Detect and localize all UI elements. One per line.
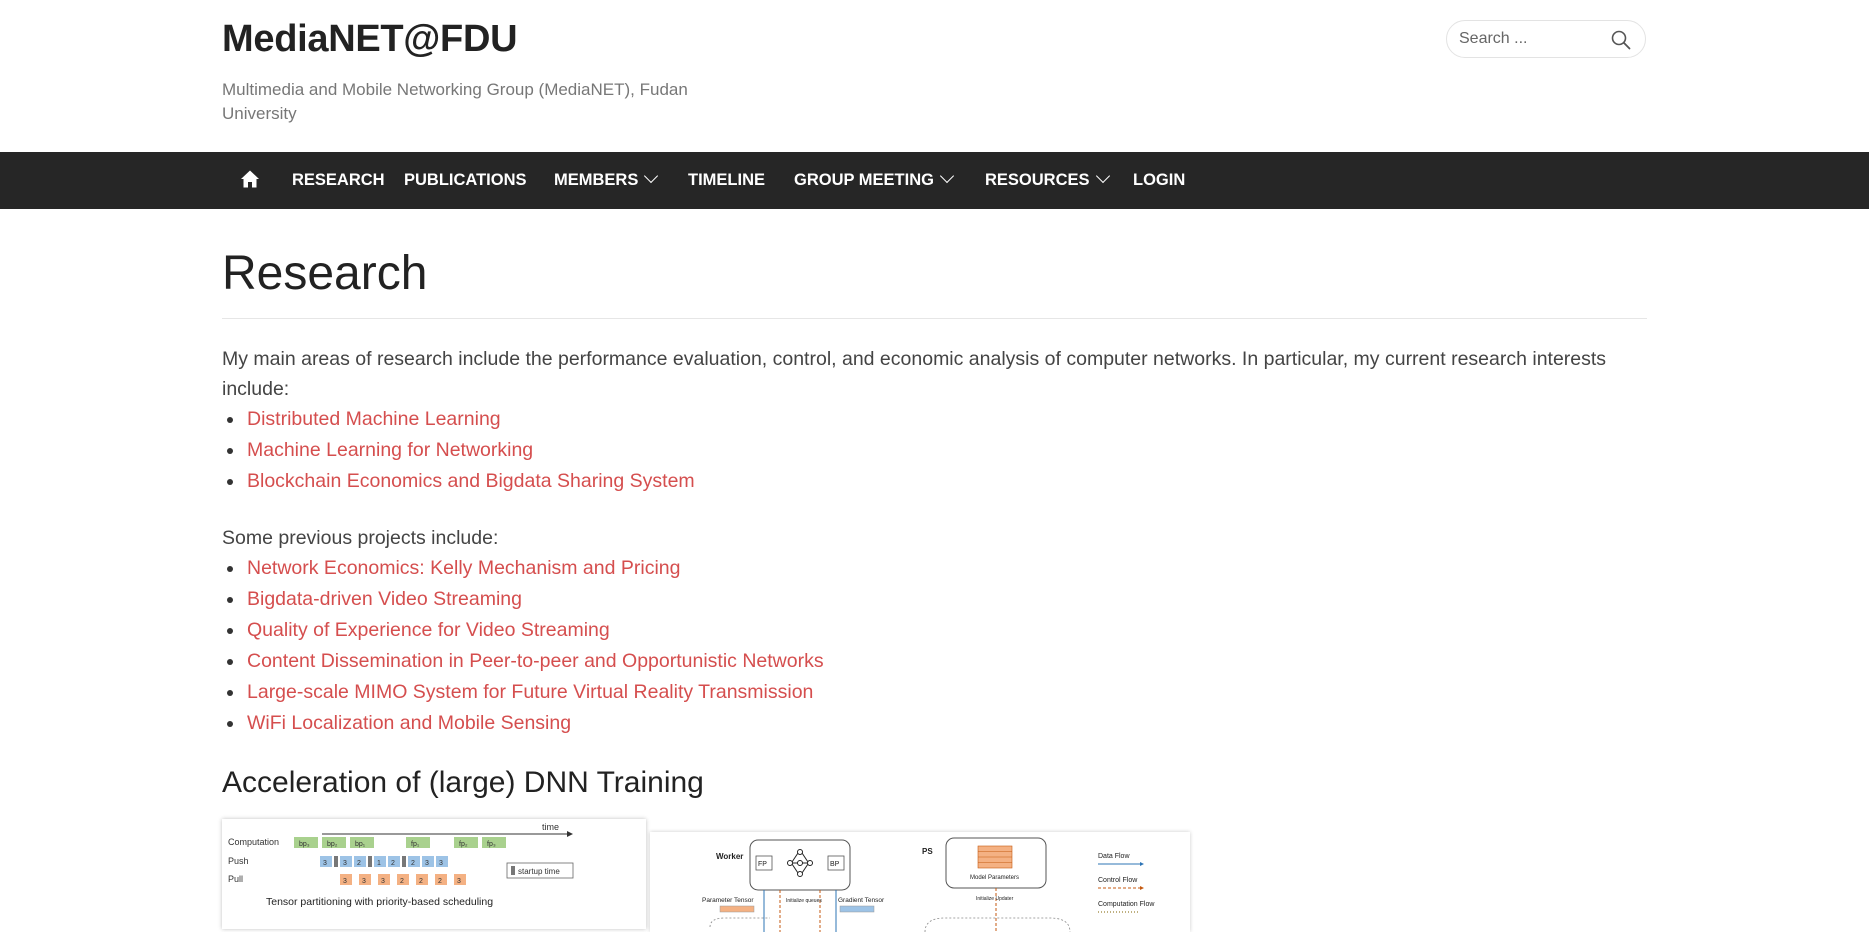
push-block-label: 2 (411, 860, 415, 867)
list-item: Distributed Machine Learning (222, 404, 695, 435)
nav-item-label: Members (554, 171, 639, 189)
legend-label: startup time (518, 867, 560, 876)
list-item: Bigdata-driven Video Streaming (222, 584, 824, 615)
site-description: Multimedia and Mobile Networking Group (… (222, 80, 688, 123)
project-link[interactable]: Content Dissemination in Peer-to-peer an… (247, 650, 824, 672)
pull-block-label: 3 (457, 878, 461, 885)
figure-worker-ps-architecture: Worker FP BP Parameter Tensor Initialize… (650, 832, 1190, 932)
legend-computation-flow: Computation Flow (1098, 901, 1155, 908)
research-link[interactable]: Distributed Machine Learning (247, 408, 501, 430)
pull-block-label: 2 (400, 878, 404, 885)
title-divider (222, 318, 1647, 319)
nav-item-label: Research (292, 171, 385, 189)
compute-block-label: bp₂ (327, 841, 338, 848)
pull-block-label: 3 (343, 878, 347, 885)
time-label: time (542, 822, 559, 832)
project-link[interactable]: WiFi Localization and Mobile Sensing (247, 712, 571, 734)
current-interests-list: Distributed Machine Learning Machine Lea… (222, 404, 695, 497)
nav-item-publications[interactable]: Publications (404, 152, 527, 209)
push-block-label: 2 (391, 860, 395, 867)
list-item: Blockchain Economics and Bigdata Sharing… (222, 466, 695, 497)
fp-label: FP (758, 861, 767, 868)
pull-block-label: 3 (362, 878, 366, 885)
ps-label: PS (922, 847, 933, 856)
list-item: Quality of Experience for Video Streamin… (222, 615, 824, 646)
search-form (1446, 20, 1646, 58)
page-title: Research (222, 247, 428, 300)
list-item: WiFi Localization and Mobile Sensing (222, 708, 824, 739)
nav-item-resources[interactable]: Resources (985, 152, 1110, 209)
pull-row: 3 3 3 2 2 2 3 (340, 874, 466, 885)
push-block-label: 1 (377, 860, 381, 867)
worker-label: Worker (716, 852, 743, 861)
push-row: 3 3 2 1 2 2 3 3 (320, 856, 448, 867)
bp-label: BP (830, 861, 840, 868)
pull-block-label: 3 (381, 878, 385, 885)
list-item: Network Economics: Kelly Mechanism and P… (222, 553, 824, 584)
previous-projects-intro: Some previous projects include: (222, 527, 499, 549)
home-icon[interactable] (240, 169, 260, 189)
intro-paragraph: My main areas of research include the pe… (222, 348, 1607, 400)
list-item: Content Dissemination in Peer-to-peer an… (222, 646, 824, 677)
figure-tensor-partitioning: time Computation Push Pull bp₃ bp₂ bp₁ f… (222, 819, 646, 929)
nav-item-login[interactable]: Login (1133, 152, 1185, 209)
pull-block-label: 2 (438, 878, 442, 885)
push-block-label: 3 (425, 860, 429, 867)
legend-control-flow: Control Flow (1098, 877, 1138, 884)
init-updater-label: Initialize Updater (976, 896, 1014, 902)
project-link[interactable]: Network Economics: Kelly Mechanism and P… (247, 557, 681, 579)
init-queues-label: Initialize queues (786, 898, 822, 904)
search-icon[interactable] (1611, 30, 1631, 50)
project-link[interactable]: Bigdata-driven Video Streaming (247, 588, 522, 610)
chevron-down-icon (1095, 168, 1110, 184)
architecture-diagram: Worker FP BP Parameter Tensor Initialize… (702, 837, 1155, 932)
list-item: Large-scale MIMO System for Future Virtu… (222, 677, 824, 708)
compute-block-label: bp₁ (355, 841, 366, 848)
schedule-diagram: time Computation Push Pull bp₃ bp₂ bp₁ f… (228, 822, 574, 908)
nav-item-group-meeting[interactable]: Group Meeting (794, 152, 955, 209)
project-link[interactable]: Quality of Experience for Video Streamin… (247, 619, 610, 641)
chevron-down-icon (644, 168, 659, 184)
search-input[interactable] (1459, 28, 1599, 50)
push-block-label: 3 (323, 860, 327, 867)
nav-item-research[interactable]: Research (292, 152, 385, 209)
row-label: Computation (228, 837, 279, 847)
section-heading: Acceleration of (large) DNN Training (222, 766, 704, 799)
nav-item-timeline[interactable]: Timeline (688, 152, 765, 209)
list-item: Machine Learning for Networking (222, 435, 695, 466)
nav-item-label: Timeline (688, 171, 765, 189)
push-block-label: 2 (357, 860, 361, 867)
row-label: Push (228, 856, 249, 866)
compute-block-label: fp₁ (411, 841, 420, 848)
previous-projects-list: Network Economics: Kelly Mechanism and P… (222, 553, 824, 739)
compute-row: bp₃ bp₂ bp₁ fp₁ fp₂ fp₃ (294, 837, 506, 848)
parameter-tensor-label: Parameter Tensor (702, 897, 754, 904)
research-link[interactable]: Machine Learning for Networking (247, 439, 533, 461)
push-block-label: 3 (439, 860, 443, 867)
flow-legend: Data Flow Control Flow Computation Flow (1098, 853, 1155, 913)
nav-item-label: Group Meeting (794, 171, 934, 189)
legend-data-flow: Data Flow (1098, 853, 1130, 860)
project-link[interactable]: Large-scale MIMO System for Future Virtu… (247, 681, 813, 703)
research-link[interactable]: Blockchain Economics and Bigdata Sharing… (247, 470, 695, 492)
nav-item-label: Login (1133, 171, 1186, 189)
nav-item-label: Resources (985, 171, 1090, 189)
site-header: MediaNET@FDU Multimedia and Mobile Netwo… (0, 0, 1869, 152)
compute-block-label: bp₃ (299, 841, 310, 848)
nav-item-members[interactable]: Members (554, 152, 659, 209)
push-block-label: 3 (343, 860, 347, 867)
pull-block-label: 2 (419, 878, 423, 885)
compute-block-label: fp₂ (459, 841, 468, 848)
nav-item-label: Publications (404, 171, 527, 189)
site-title[interactable]: MediaNET@FDU (222, 18, 518, 61)
main-navigation: Research Publications Members Timeline G… (0, 152, 1869, 209)
row-label: Pull (228, 874, 243, 884)
compute-block-label: fp₃ (487, 841, 496, 848)
model-parameters-label: Model Parameters (970, 875, 1019, 881)
gradient-tensor-label: Gradient Tensor (838, 897, 885, 904)
figure-caption: Tensor partitioning with priority-based … (266, 896, 493, 908)
chevron-down-icon (939, 168, 955, 184)
